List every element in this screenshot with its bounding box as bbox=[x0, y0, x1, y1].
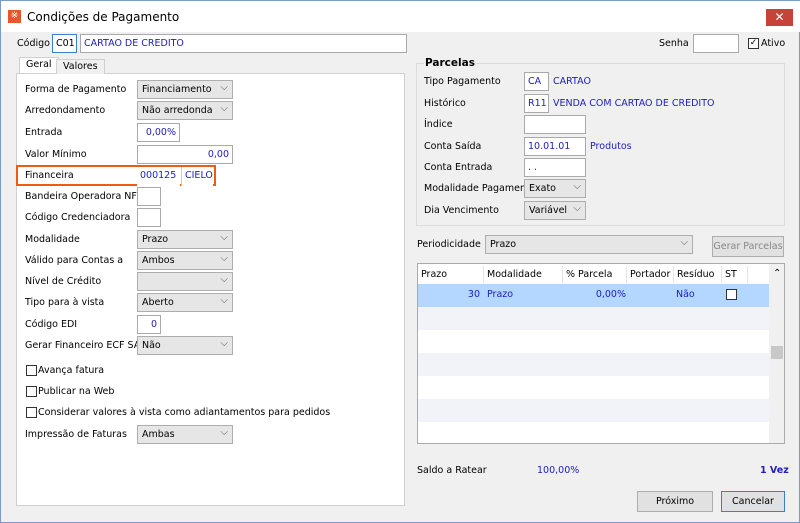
conta-saida-name: Produtos bbox=[590, 141, 632, 152]
grid-scrollbar[interactable]: ⌃ bbox=[769, 264, 784, 443]
window-title: Condições de Pagamento bbox=[27, 10, 180, 24]
credenciadora-input[interactable] bbox=[137, 208, 161, 227]
app-icon: ※ bbox=[8, 10, 21, 23]
modalidade-label: Modalidade bbox=[25, 234, 80, 245]
codigo-input[interactable]: C01 bbox=[52, 34, 77, 53]
gerar-financeiro-label: Gerar Financeiro ECF SAC bbox=[25, 340, 147, 351]
parcelas-title: Parcelas bbox=[424, 57, 476, 69]
tab-geral[interactable]: Geral bbox=[19, 57, 59, 73]
bandeira-label: Bandeira Operadora NFC-e bbox=[25, 191, 153, 202]
empty-row bbox=[418, 399, 769, 422]
cell-st-checkbox[interactable] bbox=[726, 289, 737, 300]
financeira-code-input[interactable]: 000125 bbox=[137, 167, 180, 186]
scrollbar-thumb[interactable] bbox=[771, 346, 783, 359]
scroll-up-icon[interactable]: ⌃ bbox=[773, 268, 781, 279]
historico-name: VENDA COM CARTAO DE CREDITO bbox=[553, 98, 715, 109]
parcelas-grid: Prazo Modalidade % Parcela Portador Resí… bbox=[417, 263, 785, 444]
dia-vencimento-label: Dia Vencimento bbox=[424, 205, 499, 216]
column-header-modalidade[interactable]: Modalidade bbox=[484, 266, 563, 283]
valido-contas-label: Válido para Contas a bbox=[25, 255, 124, 266]
cell-residuo: Não bbox=[676, 289, 695, 300]
avanca-fatura-label: Avança fatura bbox=[38, 365, 105, 376]
gerar-parcelas-button[interactable]: Gerar Parcelas bbox=[712, 236, 784, 257]
codigo-label: Código bbox=[17, 38, 50, 49]
forma-pagamento-label: Forma de Pagamento bbox=[25, 84, 127, 95]
dia-vencimento-select[interactable]: Variável bbox=[524, 200, 586, 220]
historico-input[interactable]: R11 bbox=[524, 94, 549, 113]
senha-input[interactable] bbox=[693, 34, 739, 53]
entrada-label: Entrada bbox=[25, 127, 63, 138]
impressao-faturas-label: Impressão de Faturas bbox=[25, 429, 127, 440]
cell-modalidade: Prazo bbox=[487, 289, 514, 300]
tipo-pagamento-label: Tipo Pagamento bbox=[424, 76, 501, 87]
tipo-pagamento-input[interactable]: CA bbox=[524, 72, 549, 91]
vezes-value: 1 Vez bbox=[760, 465, 789, 476]
saldo-value: 100,00% bbox=[537, 465, 580, 476]
conta-entrada-input[interactable]: . . bbox=[524, 158, 586, 177]
bandeira-input[interactable] bbox=[137, 187, 161, 206]
table-row[interactable]: 30 Prazo 0,00% Não bbox=[418, 284, 769, 307]
empty-row bbox=[418, 353, 769, 376]
senha-label: Senha bbox=[659, 38, 689, 49]
conta-saida-input[interactable]: 10.01.01 bbox=[524, 137, 586, 156]
cancelar-button[interactable]: Cancelar bbox=[721, 491, 785, 512]
modalidade-pagamento-select[interactable]: Exato bbox=[524, 178, 586, 198]
indice-label: Índice bbox=[424, 119, 453, 130]
valor-minimo-label: Valor Mínimo bbox=[25, 149, 87, 160]
publicar-web-checkbox[interactable] bbox=[26, 386, 37, 397]
column-header-residuo[interactable]: Resíduo bbox=[674, 266, 722, 283]
ativo-label: Ativo bbox=[761, 38, 786, 49]
considerar-valores-checkbox[interactable] bbox=[26, 407, 37, 418]
periodicidade-label: Periodicidade bbox=[417, 239, 481, 250]
valido-contas-select[interactable]: Ambos bbox=[137, 250, 233, 270]
forma-pagamento-select[interactable]: Financiamento bbox=[137, 79, 233, 99]
ativo-checkbox[interactable]: ✓ bbox=[748, 38, 759, 49]
credenciadora-label: Código Credenciadora bbox=[25, 212, 131, 223]
nivel-credito-label: Nível de Crédito bbox=[25, 276, 102, 287]
impressao-faturas-select[interactable]: Ambas bbox=[137, 424, 233, 444]
tipo-vista-label: Tipo para à vista bbox=[25, 297, 105, 308]
arredondamento-select[interactable]: Não arredonda bbox=[137, 100, 233, 120]
tipo-pagamento-name: CARTAO bbox=[553, 76, 591, 87]
conta-saida-label: Conta Saída bbox=[424, 141, 482, 152]
column-header-st[interactable]: ST bbox=[722, 266, 748, 283]
column-header-portador[interactable]: Portador bbox=[627, 266, 674, 283]
considerar-valores-label: Considerar valores à vista como adiantam… bbox=[38, 407, 331, 418]
gerar-financeiro-select[interactable]: Não bbox=[137, 335, 233, 355]
saldo-label: Saldo a Ratear bbox=[417, 465, 487, 476]
financeira-label: Financeira bbox=[25, 170, 74, 181]
valor-minimo-input[interactable]: 0,00 bbox=[137, 145, 233, 164]
empty-row bbox=[418, 307, 769, 330]
arredondamento-label: Arredondamento bbox=[25, 105, 106, 116]
column-header-parcela[interactable]: % Parcela bbox=[563, 266, 627, 283]
entrada-input[interactable]: 0,00% bbox=[137, 123, 180, 142]
tipo-vista-select[interactable]: Aberto bbox=[137, 292, 233, 312]
tab-valores[interactable]: Valores bbox=[56, 59, 105, 74]
cell-parcela: 0,00% bbox=[595, 289, 626, 300]
avanca-fatura-checkbox[interactable] bbox=[26, 365, 37, 376]
column-header-prazo[interactable]: Prazo bbox=[418, 266, 484, 283]
nivel-credito-select[interactable] bbox=[137, 271, 233, 291]
proximo-button[interactable]: Próximo bbox=[637, 491, 713, 512]
periodicidade-select[interactable]: Prazo bbox=[485, 234, 693, 254]
conta-entrada-label: Conta Entrada bbox=[424, 162, 493, 173]
title-bar: ※ Condições de Pagamento ✕ bbox=[1, 1, 800, 32]
historico-label: Histórico bbox=[424, 98, 466, 109]
codigo-edi-input[interactable]: 0 bbox=[137, 315, 161, 334]
cell-prazo: 30 bbox=[467, 289, 480, 300]
publicar-web-label: Publicar na Web bbox=[38, 386, 115, 397]
descricao-input[interactable]: CARTAO DE CREDITO bbox=[80, 34, 407, 53]
modalidade-pagamento-label: Modalidade Pagamento bbox=[424, 183, 536, 194]
codigo-edi-label: Código EDI bbox=[25, 319, 78, 330]
indice-input[interactable] bbox=[524, 115, 586, 134]
modalidade-select[interactable]: Prazo bbox=[137, 229, 233, 249]
financeira-name: CIELO bbox=[181, 167, 213, 186]
close-button[interactable]: ✕ bbox=[766, 9, 793, 26]
